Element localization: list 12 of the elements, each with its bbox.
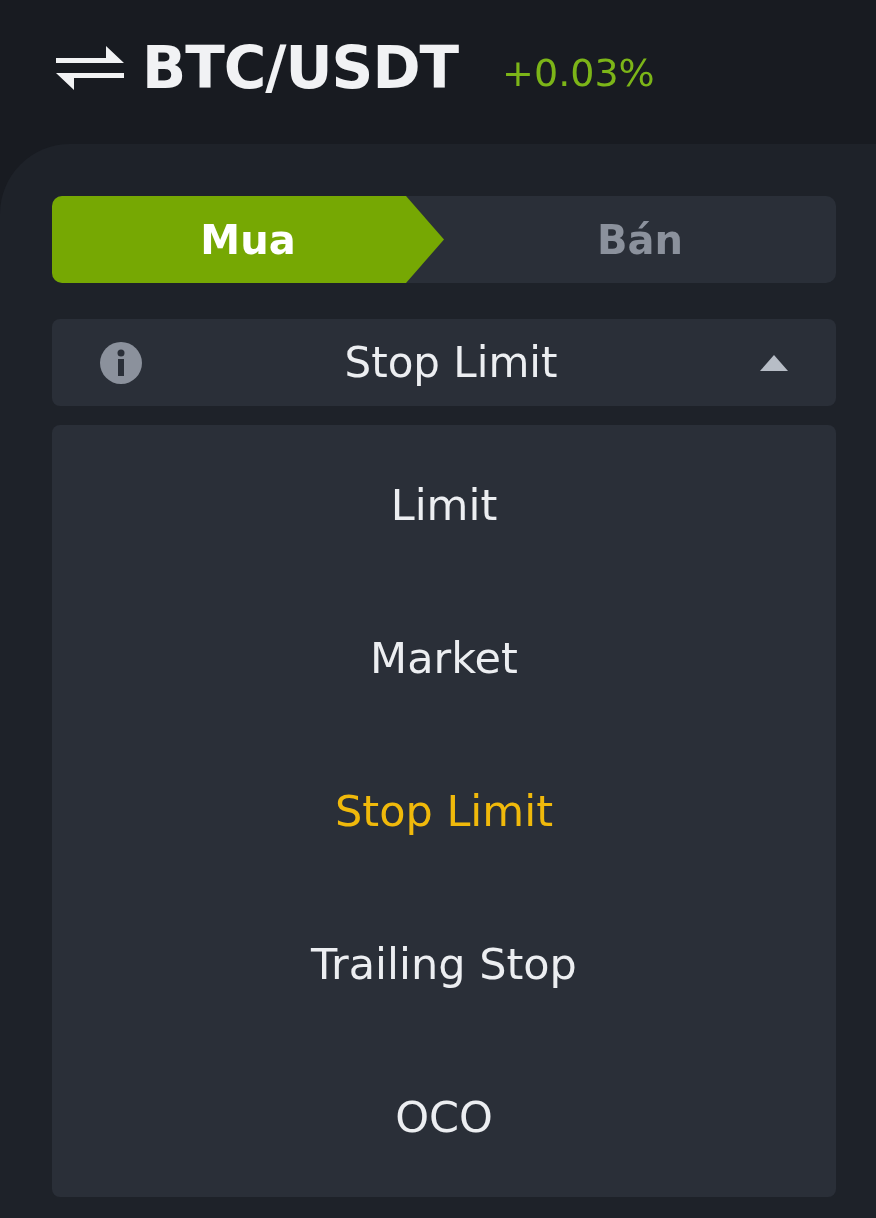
side-tab[interactable]: Bán [444,196,836,283]
info-icon[interactable] [100,341,142,384]
trading-pair: BTC/USDT [142,34,459,102]
menu-option[interactable]: OCO [52,1040,836,1193]
order-type-dropdown[interactable]: Stop Limit [52,319,836,406]
menu-option[interactable]: Trailing Stop [52,887,836,1041]
caret-up-icon [760,354,788,371]
menu-option[interactable]: Market [52,581,836,735]
price-change: +0.03% [502,51,655,95]
swap-icon[interactable] [56,44,124,92]
menu-option[interactable]: Stop Limit [52,734,836,888]
menu-option[interactable]: Limit [52,429,836,582]
